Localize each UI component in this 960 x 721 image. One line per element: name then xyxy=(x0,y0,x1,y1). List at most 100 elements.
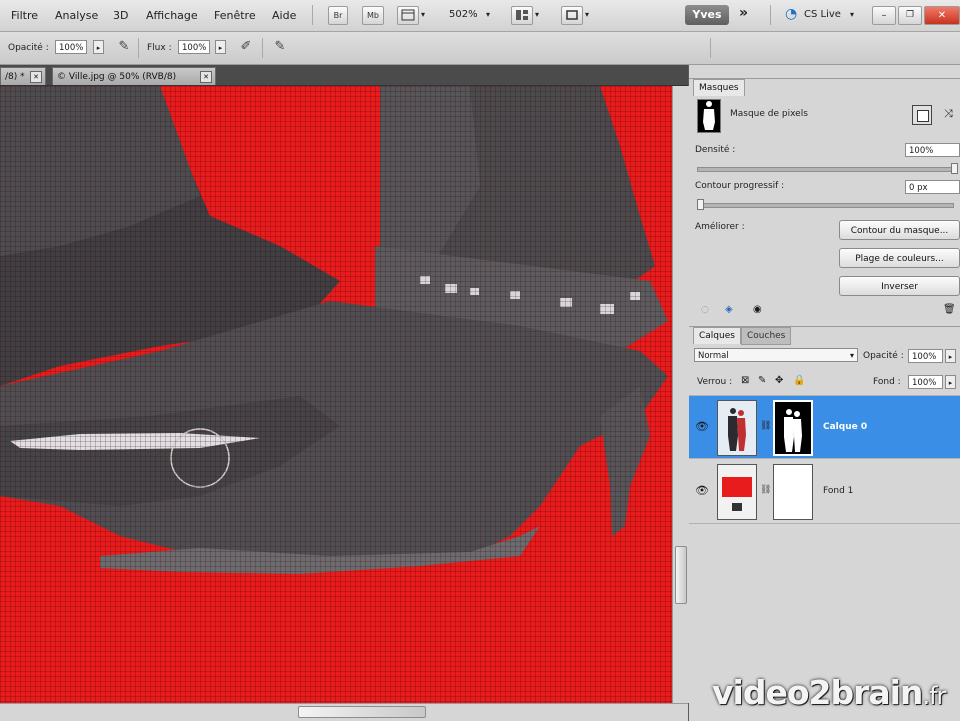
invert-button[interactable]: Inverser xyxy=(839,276,960,296)
fill-field[interactable]: 100% xyxy=(908,375,943,389)
pressure-size-icon[interactable]: ✎ xyxy=(272,39,288,55)
document-canvas[interactable] xyxy=(0,86,672,703)
menu-bar: Filtre Analyse 3D Affichage Fenêtre Aide… xyxy=(0,0,960,32)
separator xyxy=(710,38,711,58)
flow-field[interactable]: 100% xyxy=(178,40,210,54)
lock-position-icon[interactable]: ✥ xyxy=(775,375,783,386)
layers-panel: Calques Couches Normal ▾ Opacité : 100% … xyxy=(689,326,960,721)
double-chevron-icon[interactable]: » xyxy=(739,5,748,21)
mask-edge-button[interactable]: Contour du masque... xyxy=(839,220,960,240)
blend-mode-value: Normal xyxy=(698,351,729,361)
density-slider-knob[interactable] xyxy=(951,163,958,174)
watermark-brand: video2brain xyxy=(712,673,923,712)
layer-opacity-label: Opacité : xyxy=(863,351,904,361)
horizontal-scrollbar[interactable] xyxy=(0,703,688,721)
layer-name[interactable]: Fond 1 xyxy=(823,486,853,496)
mask-silhouette-icon xyxy=(784,409,802,452)
tab-ville[interactable]: © Ville.jpg @ 50% (RVB/8) ✕ xyxy=(52,67,216,85)
opacity-dropdown[interactable]: ▸ xyxy=(93,40,104,54)
airbrush-icon[interactable]: ✐ xyxy=(238,39,254,55)
mask-thumbnail[interactable] xyxy=(773,464,813,520)
menu-aide[interactable]: Aide xyxy=(272,9,296,22)
separator xyxy=(262,38,263,58)
fill-layer-icon xyxy=(732,503,742,511)
opacity-field[interactable]: 100% xyxy=(55,40,87,54)
opacity-label: Opacité : xyxy=(8,43,49,53)
minimize-button[interactable]: – xyxy=(872,6,896,25)
view-extras-icon xyxy=(401,9,415,21)
feather-slider[interactable] xyxy=(697,203,954,208)
layer-opacity-field[interactable]: 100% xyxy=(908,349,943,363)
close-icon[interactable]: ✕ xyxy=(30,71,42,83)
chevron-down-icon[interactable]: ▾ xyxy=(486,10,490,19)
separator xyxy=(138,38,139,58)
lock-all-icon[interactable]: 🔒 xyxy=(793,375,805,386)
scroll-thumb[interactable] xyxy=(298,706,426,718)
flow-dropdown[interactable]: ▸ xyxy=(215,40,226,54)
flow-label: Flux : xyxy=(147,43,172,53)
cslive-menu[interactable]: CS Live xyxy=(804,9,841,20)
restore-button[interactable]: ❐ xyxy=(898,6,922,25)
feather-label: Contour progressif : xyxy=(695,181,785,191)
blend-mode-select[interactable]: Normal ▾ xyxy=(694,348,858,362)
pressure-opacity-icon[interactable]: ✎ xyxy=(116,39,132,55)
refine-label: Améliorer : xyxy=(695,222,745,232)
eye-icon[interactable]: ◉ xyxy=(753,304,762,315)
eye-icon[interactable]: 👁 xyxy=(695,420,709,434)
density-field[interactable]: 100% xyxy=(905,143,960,157)
fill-dropdown[interactable]: ▸ xyxy=(945,375,956,389)
vector-mask-icon[interactable]: ⤨ xyxy=(944,107,953,121)
color-range-button[interactable]: Plage de couleurs... xyxy=(839,248,960,268)
options-bar: Opacité : 100% ▸ ✎ Flux : 100% ▸ ✐ ✎ xyxy=(0,32,960,65)
close-button[interactable]: ✕ xyxy=(924,6,960,25)
arrange-documents-button[interactable] xyxy=(511,6,533,25)
silhouette-icon xyxy=(703,101,715,130)
tab-channels[interactable]: Couches xyxy=(741,327,792,345)
load-selection-icon[interactable]: ◌ xyxy=(701,305,709,315)
mask-thumbnail[interactable] xyxy=(773,400,813,456)
scroll-thumb[interactable] xyxy=(675,546,687,604)
eye-icon[interactable]: 👁 xyxy=(695,484,709,498)
tab-layers[interactable]: Calques xyxy=(693,327,741,344)
feather-slider-knob[interactable] xyxy=(697,199,704,210)
layer-row-calque-0[interactable]: 👁 ⛓ Calque 0 xyxy=(689,395,960,459)
arrange-icon xyxy=(516,10,528,20)
zoom-level[interactable]: 502% xyxy=(449,9,478,20)
apply-mask-icon[interactable]: ◈ xyxy=(725,304,733,315)
trash-icon[interactable]: 🗑 xyxy=(943,304,956,315)
layer-opacity-dropdown[interactable]: ▸ xyxy=(945,349,956,363)
feather-field[interactable]: 0 px xyxy=(905,180,960,194)
menu-fenetre[interactable]: Fenêtre xyxy=(214,9,256,22)
tab-current-document[interactable]: /8) * ✕ xyxy=(0,67,46,85)
menu-analyse[interactable]: Analyse xyxy=(55,9,98,22)
menu-filtre[interactable]: Filtre xyxy=(11,9,38,22)
lock-image-icon[interactable]: ✎ xyxy=(758,375,766,386)
chevron-down-icon[interactable]: ▾ xyxy=(585,10,589,19)
lock-transparent-icon[interactable]: ⊠ xyxy=(741,375,749,386)
couple-image-icon xyxy=(728,408,746,451)
layer-row-fond-1[interactable]: 👁 ⛓ Fond 1 xyxy=(689,460,960,524)
layer-thumbnail xyxy=(717,400,757,456)
bridge-button[interactable]: Br xyxy=(328,6,348,25)
pixel-mask-button[interactable] xyxy=(912,105,932,125)
view-extras-button[interactable] xyxy=(397,6,419,25)
density-slider[interactable] xyxy=(697,167,954,172)
menu-affichage[interactable]: Affichage xyxy=(146,9,198,22)
chain-link-icon[interactable]: ⛓ xyxy=(760,485,771,495)
menu-3d[interactable]: 3D xyxy=(113,9,128,22)
minibridge-button[interactable]: Mb xyxy=(362,6,384,25)
vertical-scrollbar[interactable] xyxy=(672,86,689,703)
tab-masks[interactable]: Masques xyxy=(693,79,745,96)
chevron-down-icon[interactable]: ▾ xyxy=(535,10,539,19)
chevron-down-icon[interactable]: ▾ xyxy=(421,10,425,19)
watermark-tld: .fr xyxy=(922,682,946,710)
chevron-down-icon[interactable]: ▾ xyxy=(850,10,854,19)
mask-thumbnail xyxy=(697,99,721,133)
mask-square-icon xyxy=(917,110,929,122)
close-icon[interactable]: ✕ xyxy=(200,71,212,83)
chain-link-icon[interactable]: ⛓ xyxy=(760,421,771,431)
screen-mode-button[interactable] xyxy=(561,6,583,25)
workspace-button[interactable]: Yves xyxy=(685,5,729,25)
layer-name[interactable]: Calque 0 xyxy=(823,422,867,432)
document-tab-bar: /8) * ✕ © Ville.jpg @ 50% (RVB/8) ✕ xyxy=(0,65,688,86)
